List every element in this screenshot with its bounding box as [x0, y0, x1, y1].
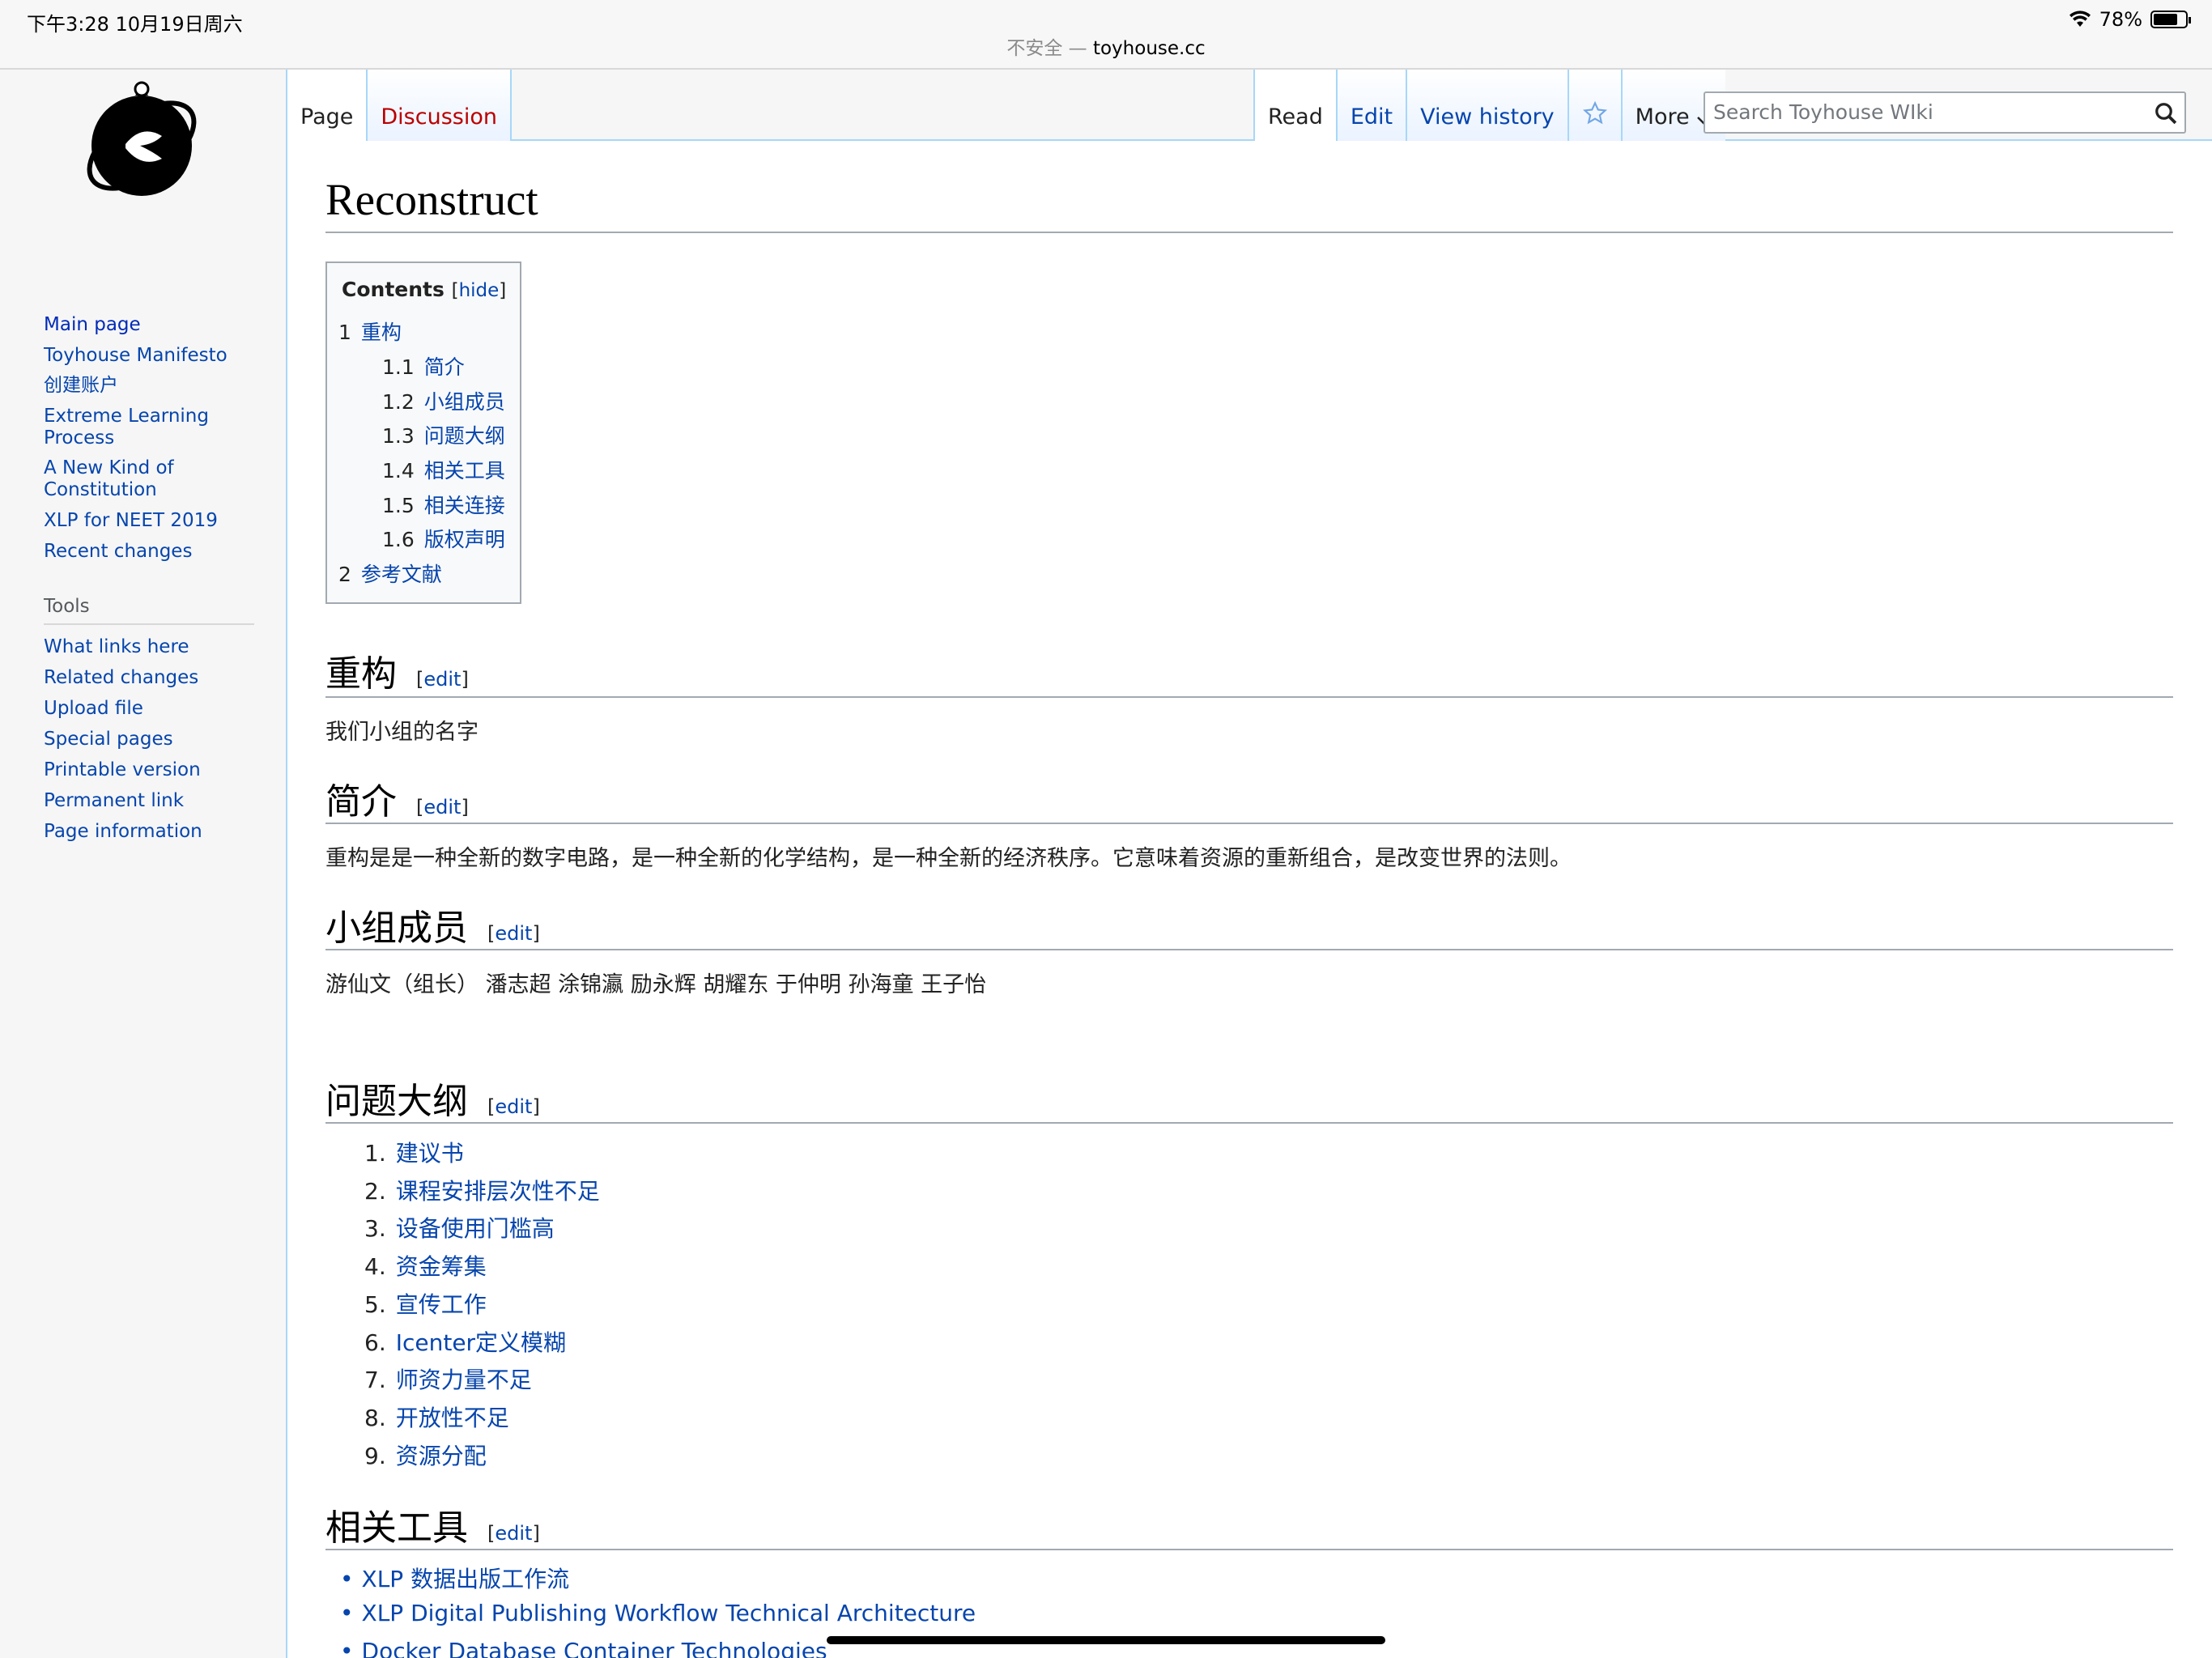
- list-item[interactable]: 3. 设备使用门槛高: [364, 1211, 555, 1244]
- nav-extreme-learning-process[interactable]: Extreme Learning Process: [44, 406, 270, 449]
- list-item[interactable]: 7. 师资力量不足: [364, 1363, 532, 1395]
- toc-item[interactable]: 2 参考文献: [338, 559, 442, 588]
- list-item[interactable]: 9. 资源分配: [364, 1439, 487, 1471]
- tab-page[interactable]: Page: [286, 70, 368, 141]
- tools-divider: [44, 623, 254, 625]
- nav-create-account[interactable]: 创建账户: [44, 375, 270, 397]
- nav-main-page[interactable]: Main page: [44, 314, 270, 336]
- section-heading: 相关工具 [edit]: [325, 1507, 540, 1549]
- tool-permanent-link[interactable]: Permanent link: [44, 790, 270, 812]
- section-edit-link[interactable]: [edit]: [487, 922, 540, 945]
- nav-toyhouse-manifesto[interactable]: Toyhouse Manifesto: [44, 345, 270, 367]
- section-divider: [325, 1549, 2173, 1550]
- tab-edit[interactable]: Edit: [1337, 70, 1408, 141]
- status-bar: 下午3:28 10月19日周六 78% 不安全 — toyhouse.cc: [0, 0, 2212, 70]
- tab-read[interactable]: Read: [1253, 70, 1338, 141]
- home-indicator[interactable]: [827, 1636, 1385, 1644]
- star-icon: [1582, 100, 1607, 125]
- section-divider: [325, 949, 2173, 950]
- list-item[interactable]: • Docker Database Container Technologies: [340, 1638, 827, 1658]
- insecure-label: 不安全 —: [1006, 38, 1087, 59]
- tool-what-links-here[interactable]: What links here: [44, 636, 270, 658]
- list-item[interactable]: 4. 资金筹集: [364, 1249, 487, 1282]
- content-panel: [286, 139, 2212, 1658]
- tool-special-pages[interactable]: Special pages: [44, 729, 270, 750]
- toc-hide-toggle[interactable]: [hide]: [452, 280, 507, 301]
- toc-item[interactable]: 1 重构: [338, 317, 402, 346]
- section-heading: 问题大纲 [edit]: [325, 1081, 540, 1122]
- list-item[interactable]: 1. 建议书: [364, 1136, 464, 1168]
- namespace-tabs: Page Discussion: [286, 70, 512, 141]
- table-of-contents: Contents [hide] 1 重构 1.1 简介 1.2 小组成员 1.3 问题大…: [325, 261, 521, 604]
- tool-upload-file[interactable]: Upload file: [44, 698, 270, 720]
- section-edit-link[interactable]: [edit]: [487, 1095, 540, 1118]
- sidebar: Main page Toyhouse Manifesto 创建账户 Extrem…: [0, 71, 286, 1658]
- section-divider: [325, 823, 2173, 824]
- toc-item[interactable]: 1.3 问题大纲: [382, 420, 505, 449]
- section-text: 我们小组的名字: [325, 720, 479, 745]
- search-icon[interactable]: [2154, 101, 2178, 125]
- nav-new-kind-of-constitution[interactable]: A New Kind of Constitution: [44, 457, 270, 501]
- nav-xlp-for-neet[interactable]: XLP for NEET 2019: [44, 510, 270, 532]
- nav-recent-changes[interactable]: Recent changes: [44, 541, 270, 563]
- list-item[interactable]: • XLP 数据出版工作流: [340, 1562, 569, 1594]
- list-item[interactable]: 5. 宣传工作: [364, 1287, 487, 1320]
- page-title: Reconstruct: [325, 175, 538, 224]
- section-text: 重构是是一种全新的数字电路，是一种全新的化学结构，是一种全新的经济秩序。它意味着…: [325, 846, 1572, 871]
- tab-view-history[interactable]: View history: [1407, 70, 1569, 141]
- tool-printable-version[interactable]: Printable version: [44, 759, 270, 781]
- view-tabs: Read Edit View history More: [1253, 70, 1725, 141]
- list-item[interactable]: 2. 课程安排层次性不足: [364, 1174, 600, 1206]
- section-heading: 简介 [edit]: [325, 781, 469, 823]
- watch-star-button[interactable]: [1568, 70, 1623, 141]
- search-input[interactable]: [1705, 93, 2134, 130]
- site-logo[interactable]: [77, 79, 206, 201]
- status-indicators: 78%: [2069, 8, 2191, 31]
- toc-item[interactable]: 1.4 相关工具: [382, 455, 505, 484]
- toc-item[interactable]: 1.1 简介: [382, 351, 465, 380]
- tab-discussion[interactable]: Discussion: [368, 70, 512, 141]
- toc-item[interactable]: 1.2 小组成员: [382, 386, 505, 415]
- toc-item[interactable]: 1.6 版权声明: [382, 524, 505, 553]
- search-box: [1704, 91, 2186, 134]
- toc-item[interactable]: 1.5 相关连接: [382, 490, 505, 519]
- section-edit-link[interactable]: [edit]: [487, 1522, 540, 1545]
- section-edit-link[interactable]: [edit]: [416, 796, 469, 818]
- section-divider: [325, 696, 2173, 698]
- battery-icon: [2150, 11, 2191, 28]
- tool-related-changes[interactable]: Related changes: [44, 667, 270, 689]
- list-item[interactable]: 8. 开放性不足: [364, 1401, 509, 1433]
- section-text: 游仙文（组长） 潘志超 涂锦瀛 励永辉 胡耀东 于仲明 孙海童 王子怡: [325, 972, 987, 997]
- url-domain: toyhouse.cc: [1092, 38, 1206, 59]
- toc-title: Contents [hide]: [342, 278, 506, 301]
- url-bar[interactable]: 不安全 — toyhouse.cc: [0, 32, 2212, 60]
- list-item[interactable]: • XLP Digital Publishing Workflow Technic…: [340, 1600, 976, 1626]
- title-divider: [325, 232, 2173, 233]
- tool-page-information[interactable]: Page information: [44, 821, 270, 843]
- more-label: More: [1635, 104, 1690, 130]
- list-item[interactable]: 6. Icenter定义模糊: [364, 1325, 566, 1358]
- tools-heading: Tools: [44, 596, 90, 617]
- section-heading: 重构 [edit]: [325, 653, 469, 695]
- section-divider: [325, 1122, 2173, 1124]
- section-heading: 小组成员 [edit]: [325, 908, 540, 949]
- wifi-icon: [2069, 11, 2091, 27]
- battery-percent: 78%: [2099, 8, 2142, 31]
- section-edit-link[interactable]: [edit]: [416, 668, 469, 691]
- toc-heading: Contents: [342, 278, 445, 301]
